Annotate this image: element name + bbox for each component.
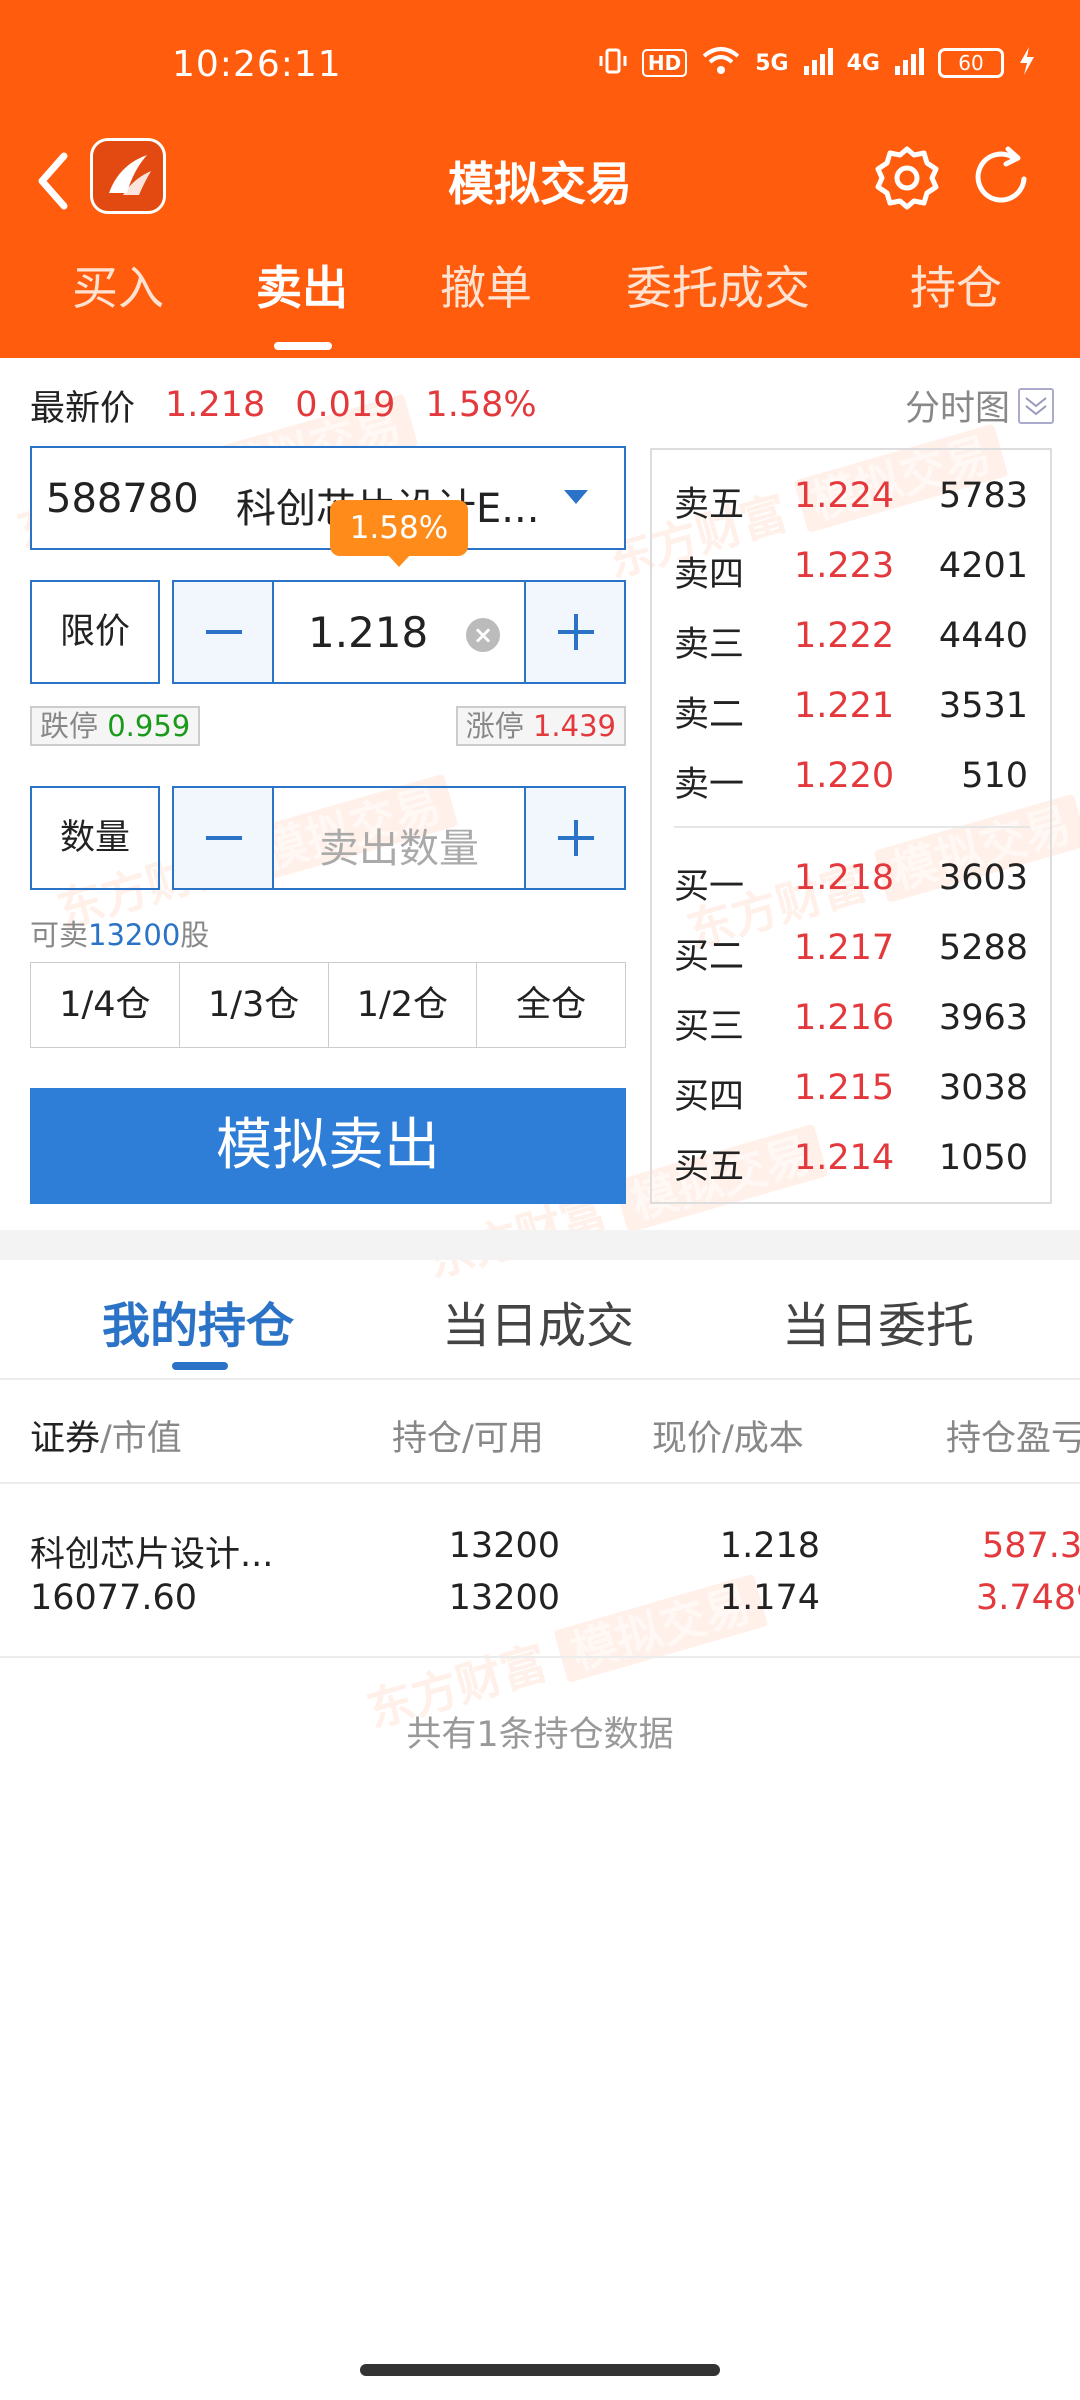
settings-gear-icon[interactable] [872, 143, 942, 213]
holdings-table-header: 证券/市值 持仓/可用 现价/成本 持仓盈亏 [0, 1380, 1080, 1484]
charging-icon [1018, 46, 1036, 80]
tab-cancel-order[interactable]: 撤单 [440, 252, 532, 318]
holding-cost-price: 1.174 [719, 1578, 820, 1618]
refresh-icon[interactable] [966, 143, 1036, 213]
dropdown-arrow-icon [564, 490, 588, 504]
status-icons: HD 5G 4G 60 [598, 46, 1036, 80]
holding-security-name: 科创芯片设计... [30, 1535, 274, 1575]
price-type-select[interactable]: 限价 [30, 580, 160, 684]
network-4g-label: 4G [846, 50, 880, 76]
stock-code: 588780 [46, 476, 199, 522]
section-divider [0, 1230, 1080, 1260]
price-increase-button[interactable] [524, 582, 624, 682]
col-pnl: 持仓盈亏 [946, 1419, 1080, 1459]
price-stepper: 1.218 × [172, 580, 626, 684]
tab-holdings[interactable]: 持仓 [910, 252, 1002, 318]
vibrate-icon [598, 46, 628, 80]
holding-market-value: 16077.60 [30, 1578, 198, 1618]
bid-row[interactable]: 买二 1.217 5288 [652, 918, 1050, 978]
holding-quantity: 13200 [448, 1526, 560, 1566]
chevron-down-icon [1018, 387, 1054, 424]
limit-up-label: 涨停 [465, 709, 524, 743]
hd-icon: HD [641, 49, 688, 77]
table-row[interactable]: 科创芯片设计... 16077.60 13200 13200 1.218 1.1… [0, 1486, 1080, 1658]
battery-icon: 60 [938, 48, 1004, 78]
full-position-button[interactable]: 全仓 [477, 963, 625, 1047]
tab-my-holdings[interactable]: 我的持仓 [102, 1286, 294, 1356]
tab-today-orders[interactable]: 当日委托 [782, 1286, 974, 1356]
status-time: 10:26:11 [172, 44, 342, 85]
bid-row[interactable]: 买三 1.216 3963 [652, 988, 1050, 1048]
tab-sell[interactable]: 卖出 [256, 252, 348, 318]
price-decrease-button[interactable] [174, 582, 274, 682]
limit-down-badge: 跌停 0.959 [30, 706, 201, 746]
order-book-divider [674, 826, 1030, 828]
clear-icon[interactable]: × [466, 618, 500, 652]
price-input[interactable]: 1.218 [308, 608, 428, 657]
quantity-increase-button[interactable] [524, 788, 624, 888]
holding-pnl-pct: 3.748% [976, 1578, 1080, 1618]
holdings-tabs: 我的持仓 当日成交 当日委托 [0, 1260, 1080, 1380]
limit-down-label: 跌停 [40, 709, 99, 743]
holdings-count-note: 共有1条持仓数据 [406, 1715, 674, 1755]
intraday-chart-label: 分时图 [904, 389, 1010, 429]
holding-pnl: 587.33 [982, 1526, 1080, 1566]
quantity-decrease-button[interactable] [174, 788, 274, 888]
tab-today-deals[interactable]: 当日成交 [442, 1286, 634, 1356]
bid-row[interactable]: 买五 1.214 1050 [652, 1128, 1050, 1188]
home-indicator[interactable] [360, 2364, 720, 2376]
active-tab-indicator [274, 342, 332, 350]
app-header: 10:26:11 HD 5G 4G 60 模拟交易 买入 卖出 撤单 委托成交 … [0, 0, 1080, 358]
position-ratio-buttons: 1/4仓 1/3仓 1/2仓 全仓 [30, 962, 626, 1048]
latest-price-label: 最新价 [30, 388, 136, 429]
quantity-input[interactable]: 卖出数量 [274, 816, 524, 874]
ask-row[interactable]: 卖一 1.220 510 [652, 746, 1050, 806]
quantity-stepper: 卖出数量 [172, 786, 626, 890]
bid-row[interactable]: 买四 1.215 3038 [652, 1058, 1050, 1118]
signal-4g-icon [894, 46, 924, 80]
tab-orders-deals[interactable]: 委托成交 [626, 252, 810, 318]
quarter-position-button[interactable]: 1/4仓 [31, 963, 180, 1047]
price-change: 0.019 [295, 385, 396, 425]
col-price-cost: 现价/成本 [652, 1419, 804, 1459]
stock-selector[interactable]: 588780 科创芯片设计E... [30, 446, 626, 550]
quantity-label: 数量 [30, 786, 160, 890]
active-subtab-indicator [172, 1362, 228, 1370]
change-pct-tooltip: 1.58% [330, 500, 468, 567]
limit-down-value: 0.959 [107, 709, 191, 743]
ask-row[interactable]: 卖五 1.224 5783 [652, 466, 1050, 526]
limit-up-value: 1.439 [532, 709, 616, 743]
simulated-sell-button[interactable]: 模拟卖出 [30, 1088, 626, 1204]
network-5g-label: 5G [755, 50, 789, 76]
half-position-button[interactable]: 1/2仓 [329, 963, 478, 1047]
latest-price-row: 最新价 1.218 0.019 1.58% [30, 380, 537, 430]
holding-current-price: 1.218 [719, 1526, 820, 1566]
ask-row[interactable]: 卖二 1.221 3531 [652, 676, 1050, 736]
price-change-pct: 1.58% [425, 385, 537, 425]
ask-row[interactable]: 卖四 1.223 4201 [652, 536, 1050, 596]
col-holding-available: 持仓/可用 [392, 1419, 544, 1459]
ask-row[interactable]: 卖三 1.222 4440 [652, 606, 1050, 666]
trade-tabs: 买入 卖出 撤单 委托成交 持仓 [0, 252, 1080, 352]
wifi-icon [701, 46, 741, 80]
tab-buy[interactable]: 买入 [72, 252, 164, 318]
order-book: 卖五 1.224 5783 卖四 1.223 4201 卖三 1.222 4440 卖二 1.… [650, 448, 1052, 1204]
available-to-sell: 可卖13200股 [30, 918, 210, 952]
available-quantity: 13200 [448, 1578, 560, 1618]
available-quantity: 13200 [88, 918, 181, 952]
limit-up-badge: 涨停 1.439 [455, 706, 626, 746]
signal-5g-icon [803, 46, 833, 80]
third-position-button[interactable]: 1/3仓 [180, 963, 329, 1047]
intraday-chart-toggle[interactable]: 分时图 [905, 380, 1054, 431]
bid-row[interactable]: 买一 1.218 3603 [652, 848, 1050, 908]
title-bar: 模拟交易 [0, 130, 1080, 230]
col-security: 证券/市值 [30, 1419, 182, 1459]
status-bar: 10:26:11 HD 5G 4G 60 [0, 0, 1080, 135]
latest-price-value: 1.218 [165, 385, 266, 425]
